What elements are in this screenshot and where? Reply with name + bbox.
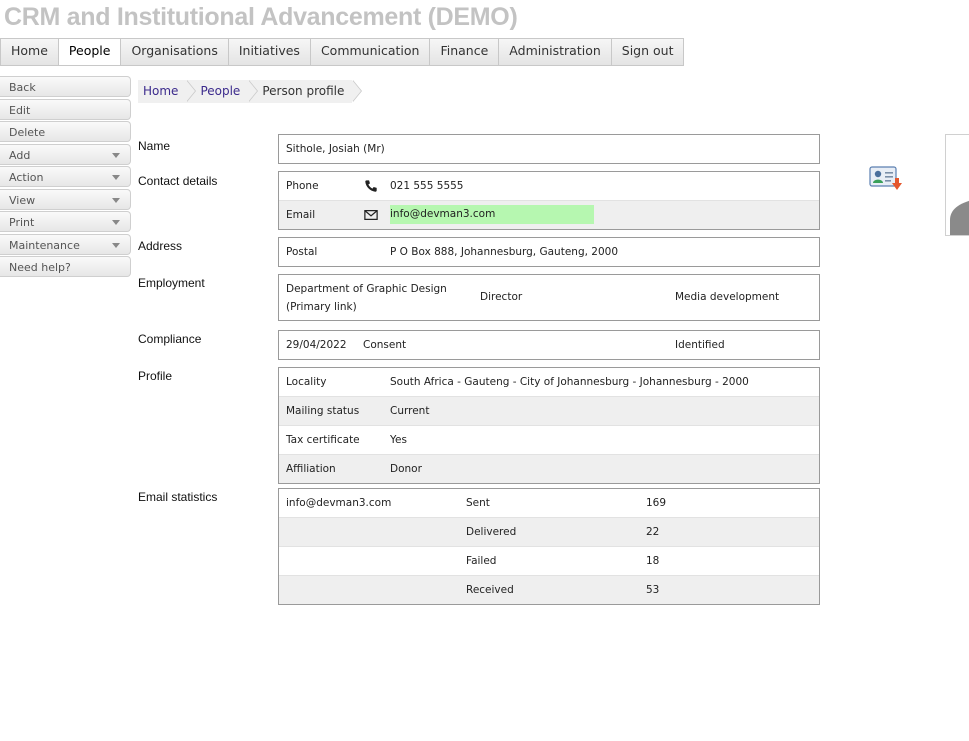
email-stats-address: info@devman3.com [286,497,392,509]
phone-icon [365,180,377,192]
address-label: Address [138,239,183,253]
email-statistics-box: info@devman3.com Sent 169 Delivered 22 F… [278,488,820,605]
stat-failed-label: Failed [466,555,497,567]
employment-label: Employment [138,276,205,290]
menu-delete[interactable]: Delete [0,121,131,142]
contact-details-box: Phone 021 555 5555 Email info@devman3.co… [278,171,820,230]
locality-label: Locality [286,376,327,388]
menu-back[interactable]: Back [0,76,131,97]
email-value[interactable]: info@devman3.com [390,205,594,224]
menu-action[interactable]: Action [0,166,131,187]
envelope-icon [364,210,378,220]
profile-label: Profile [138,369,173,383]
tax-certificate-label: Tax certificate [286,434,360,446]
app-title: CRM and Institutional Advancement (DEMO) [4,3,518,31]
breadcrumb-home[interactable]: Home [138,80,197,103]
menu-delete-label: Delete [9,126,46,139]
name-label: Name [138,139,171,153]
tax-certificate-value: Yes [390,434,407,446]
menu-edit[interactable]: Edit [0,98,131,120]
phone-label: Phone [286,180,319,192]
tab-communication[interactable]: Communication [311,39,431,65]
top-navigation: Home People Organisations Initiatives Co… [0,38,685,66]
stat-delivered-label: Delivered [466,526,517,538]
email-label: Email [286,209,316,221]
person-name: Sithole, Josiah (Mr) [286,143,385,155]
contact-details-label: Contact details [138,174,218,188]
menu-maintenance[interactable]: Maintenance [0,233,131,255]
chevron-down-icon [112,242,120,248]
chevron-down-icon [112,197,120,203]
chevron-down-icon [112,152,120,158]
address-box: Postal P O Box 888, Johannesburg, Gauten… [278,237,820,267]
menu-maintenance-label: Maintenance [9,238,80,252]
stat-failed-value: 18 [646,555,660,567]
name-box: Sithole, Josiah (Mr) [278,134,820,164]
stat-sent-label: Sent [466,497,490,509]
menu-view[interactable]: View [0,188,131,210]
stat-received-value: 53 [646,584,660,596]
employment-title: Director [480,291,523,303]
compliance-type: Consent [363,339,407,351]
phone-value[interactable]: 021 555 5555 [390,172,463,200]
menu-back-label: Back [9,81,36,94]
menu-print[interactable]: Print [0,211,131,232]
profile-box: Locality South Africa - Gauteng - City o… [278,367,820,484]
tab-people[interactable]: People [58,39,122,65]
menu-need-help[interactable]: Need help? [0,256,131,277]
affiliation-label: Affiliation [286,463,336,475]
employment-area: Media development [675,291,780,303]
side-menu: Back Edit Delete Add Action View Print M… [0,76,131,279]
tab-initiatives[interactable]: Initiatives [229,39,311,65]
employment-box: Department of Graphic Design (Primary li… [278,274,820,321]
employment-primary-link: (Primary link) [286,301,357,313]
preview-graphic [950,200,969,235]
compliance-status: Identified [675,339,725,351]
tab-home[interactable]: Home [1,39,59,65]
postal-value: P O Box 888, Johannesburg, Gauteng, 2000 [390,246,619,258]
email-statistics-label: Email statistics [138,490,218,504]
menu-action-label: Action [9,171,44,184]
menu-need-help-label: Need help? [9,261,71,274]
side-preview-thumbnail [945,134,969,236]
stat-received-label: Received [466,584,514,596]
mailing-status-label: Mailing status [286,405,360,417]
breadcrumb: Home People Person profile [138,80,363,103]
menu-view-label: View [9,193,36,207]
stat-sent-value: 169 [646,497,667,509]
postal-label: Postal [286,246,318,258]
affiliation-value: Donor [390,463,422,475]
chevron-down-icon [112,220,120,225]
breadcrumb-person-profile: Person profile [248,80,363,103]
compliance-date: 29/04/2022 [286,339,347,351]
tab-sign-out[interactable]: Sign out [612,39,684,65]
tab-finance[interactable]: Finance [430,39,500,65]
employment-org[interactable]: Department of Graphic Design [286,280,447,298]
menu-print-label: Print [9,216,35,229]
compliance-label: Compliance [138,332,202,346]
vcard-download-icon[interactable] [868,164,904,196]
locality-value: South Africa - Gauteng - City of Johanne… [390,376,749,388]
menu-add-label: Add [9,148,31,162]
tab-administration[interactable]: Administration [499,39,612,65]
stat-delivered-value: 22 [646,526,660,538]
menu-add[interactable]: Add [0,143,131,165]
tab-organisations[interactable]: Organisations [121,39,229,65]
compliance-box: 29/04/2022 Consent Identified [278,330,820,360]
mailing-status-value: Current [390,405,430,417]
chevron-down-icon [112,175,120,180]
menu-edit-label: Edit [9,103,31,117]
